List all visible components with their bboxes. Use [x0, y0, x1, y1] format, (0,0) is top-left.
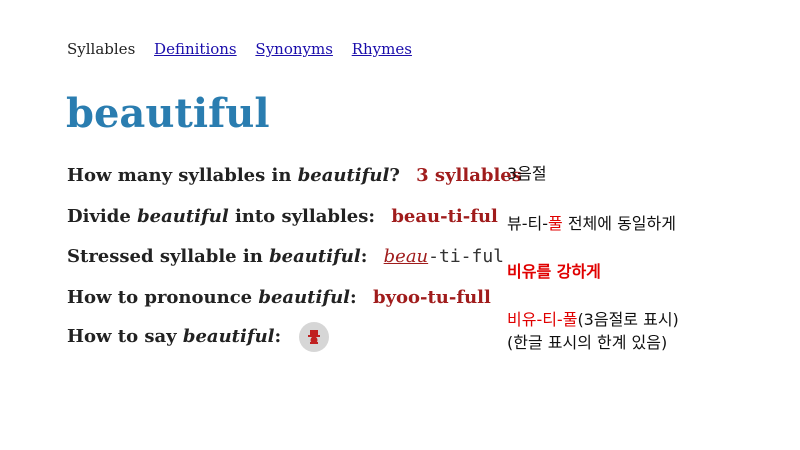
word-ref: beautiful	[182, 326, 275, 347]
stressed-syllable: beau	[383, 246, 429, 267]
divide-answer: beau-ti-ful	[391, 206, 498, 227]
syllable-count-row: How many syllables in beautiful? 3 sylla…	[67, 165, 522, 186]
nav-definitions-link[interactable]: Definitions	[154, 40, 237, 58]
pronounce-row: How to pronounce beautiful: byoo-tu-full	[67, 287, 491, 308]
top-nav: Syllables Definitions Synonyms Rhymes	[67, 40, 426, 58]
speaker-head-icon	[308, 330, 321, 344]
syllable-count-answer: 3 syllables	[416, 165, 522, 186]
nav-rhymes-link[interactable]: Rhymes	[352, 40, 412, 58]
nav-synonyms-link[interactable]: Synonyms	[255, 40, 333, 58]
stressed-row: Stressed syllable in beautiful: beau-ti-…	[67, 246, 504, 267]
page-title: beautiful	[66, 90, 270, 137]
nav-syllables: Syllables	[67, 40, 136, 58]
word-ref: beautiful	[297, 165, 390, 186]
word-ref: beautiful	[137, 206, 229, 227]
stressed-answer: beau-ti-ful	[383, 246, 504, 267]
divide-row: Divide beautiful into syllables: beau-ti…	[67, 206, 498, 227]
pronounce-answer: byoo-tu-full	[372, 287, 491, 308]
word-ref: beautiful	[269, 246, 361, 267]
note-syllable-count: 3음절	[507, 164, 547, 183]
note-strong-stress: 비유를 강하게	[507, 262, 601, 281]
note-korean-limit: (한글 표시의 한계 있음)	[507, 333, 668, 352]
say-row: How to say beautiful:	[67, 322, 330, 352]
note-korean-pronunciation: 비유-티-풀(3음절로 표시)	[507, 310, 679, 329]
word-ref: beautiful	[258, 287, 350, 308]
speaker-icon[interactable]	[299, 322, 330, 352]
note-equal-stress: 뷰-티-풀 전체에 동일하게	[507, 214, 676, 233]
